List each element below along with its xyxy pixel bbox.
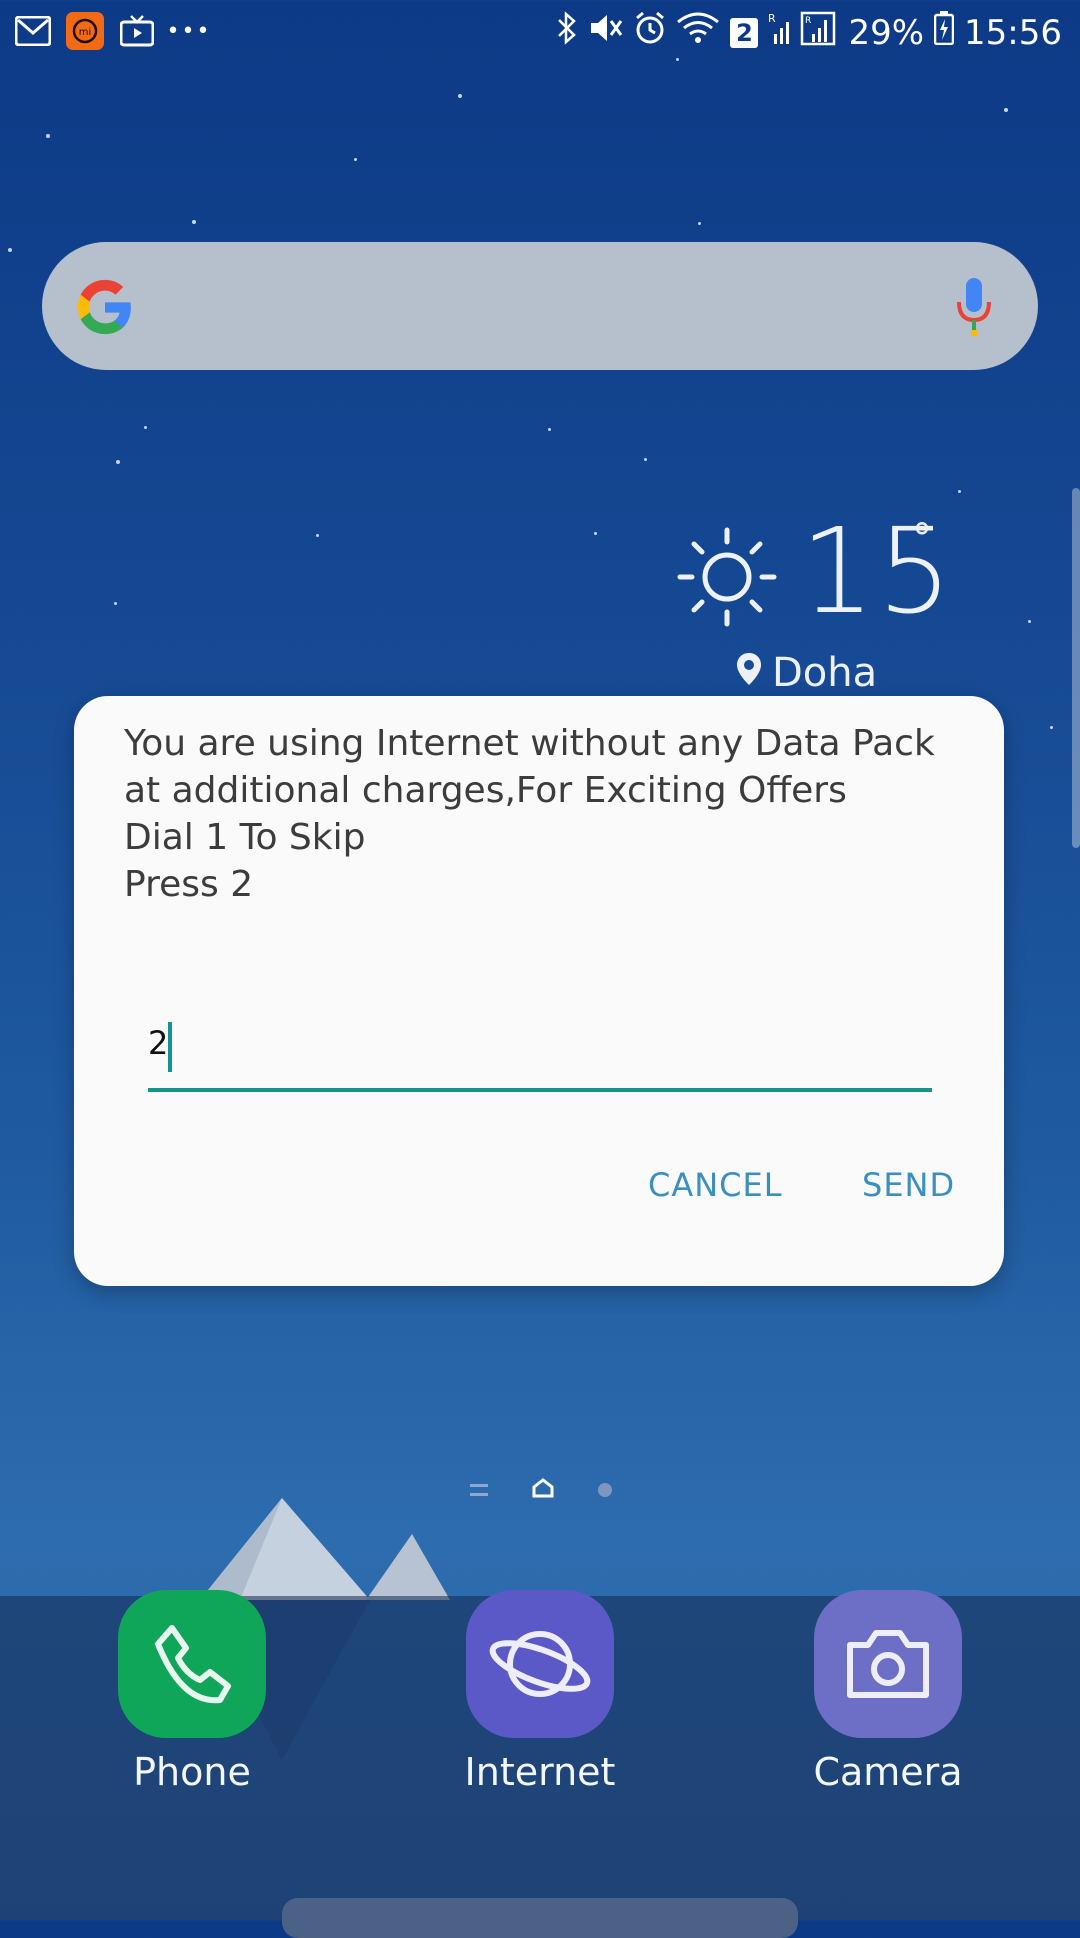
camera-icon (814, 1590, 962, 1738)
cancel-button[interactable]: CANCEL (648, 1166, 783, 1204)
dialog-message: You are using Internet without any Data … (124, 720, 964, 908)
response-input-value: 2 (148, 1024, 169, 1062)
message-line: Press 2 (124, 864, 254, 905)
google-search-bar[interactable] (42, 242, 1038, 370)
edge-panel-handle[interactable] (1072, 488, 1080, 848)
network-badge: 2 (730, 17, 759, 48)
message-line: You are using Internet without any Data … (124, 723, 935, 764)
camera-app[interactable]: Camera (798, 1590, 978, 1794)
home-page-indicator-icon[interactable] (532, 1478, 554, 1502)
svg-text:R: R (805, 16, 811, 26)
response-input[interactable]: 2 (148, 1016, 932, 1092)
message-line: at additional charges,For Exciting Offer… (124, 770, 847, 811)
internet-planet-icon (466, 1590, 614, 1738)
battery-icon (933, 11, 955, 54)
location-label: Doha (772, 650, 878, 696)
apps-drawer-handle[interactable] (282, 1898, 798, 1938)
mute-icon (588, 12, 624, 53)
svg-text:R: R (768, 12, 776, 25)
page-indicator (470, 1478, 612, 1502)
internet-label: Internet (464, 1750, 616, 1794)
alarm-icon (634, 11, 666, 54)
status-bar: mi ••• 2 RR 29% 15:56 (0, 0, 1080, 66)
svg-text:mi: mi (79, 27, 92, 38)
weather-widget[interactable]: 15 ° Doha (676, 502, 956, 700)
battery-percent: 29% (848, 12, 925, 53)
wifi-icon (676, 12, 720, 53)
location-pin-icon (736, 650, 762, 696)
sun-icon (676, 526, 778, 628)
message-line: Dial 1 To Skip (124, 817, 366, 858)
phone-label: Phone (133, 1750, 251, 1794)
page-dot[interactable] (598, 1483, 612, 1497)
text-caret (168, 1022, 172, 1072)
more-icon: ••• (166, 18, 212, 44)
bluetooth-icon (556, 11, 578, 54)
camera-label: Camera (813, 1750, 963, 1794)
gmail-icon (14, 13, 52, 49)
clock: 15:56 (964, 12, 1062, 53)
phone-icon (118, 1590, 266, 1738)
phone-app[interactable]: Phone (102, 1590, 282, 1794)
mic-icon[interactable] (954, 276, 994, 338)
send-button[interactable]: SEND (862, 1166, 955, 1204)
internet-app[interactable]: Internet (450, 1590, 630, 1794)
degree-symbol: ° (912, 516, 932, 562)
google-logo-icon (74, 276, 136, 338)
mi-icon: mi (66, 12, 104, 50)
tv-icon (118, 13, 156, 49)
weather-location: Doha (736, 650, 877, 696)
signal-icon: RR (768, 10, 838, 55)
ussd-dialog: You are using Internet without any Data … (74, 696, 1004, 1286)
